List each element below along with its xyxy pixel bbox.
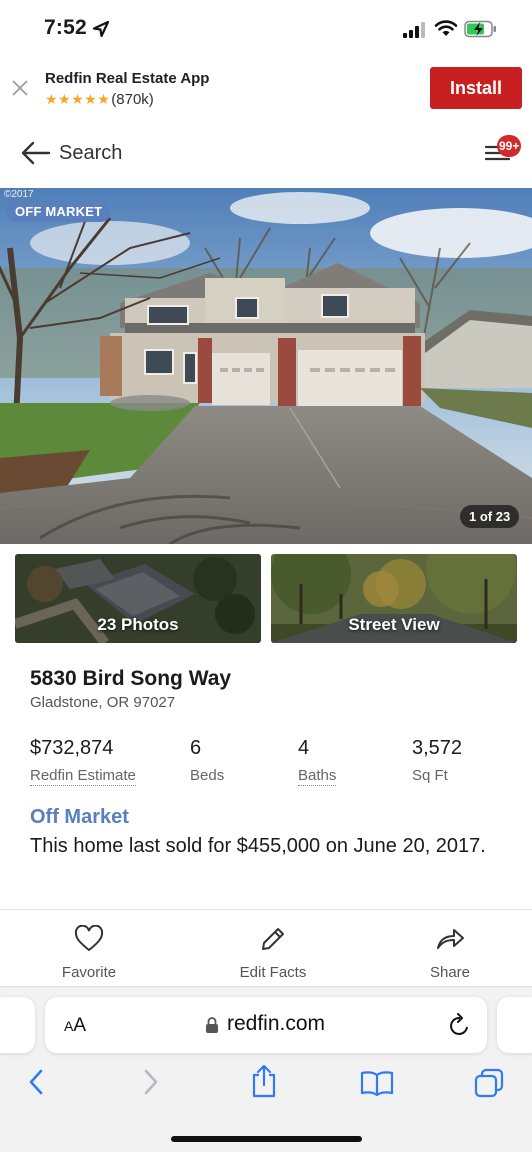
off-market-heading: Off Market bbox=[30, 806, 129, 828]
stat-label-baths[interactable]: Baths bbox=[298, 767, 337, 786]
notification-badge: 99+ bbox=[497, 135, 522, 157]
share-button[interactable]: Share bbox=[390, 925, 510, 981]
previous-tab-preview[interactable] bbox=[0, 997, 35, 1053]
tabs-icon[interactable] bbox=[474, 1068, 504, 1098]
close-icon[interactable] bbox=[11, 79, 29, 97]
status-time: 7:52 bbox=[44, 16, 87, 39]
off-market-badge: OFF MARKET bbox=[6, 201, 112, 222]
top-nav: Search 99+ bbox=[0, 128, 532, 184]
stat-sqft: 3,572 Sq Ft bbox=[412, 737, 462, 785]
location-arrow-icon bbox=[92, 20, 110, 38]
favorite-label: Favorite bbox=[61, 964, 117, 981]
home-indicator[interactable] bbox=[171, 1136, 362, 1142]
back-to-search-link[interactable]: Search bbox=[59, 142, 122, 165]
stat-value: 6 bbox=[190, 737, 202, 759]
text-size-button[interactable]: AA bbox=[64, 1015, 86, 1037]
street-view-thumbnail-label: Street View bbox=[348, 615, 440, 634]
next-tab-preview[interactable] bbox=[497, 997, 532, 1053]
banner-rating: ★★★★★ (870k) bbox=[45, 91, 154, 108]
stat-label-beds: Beds bbox=[190, 767, 225, 784]
photo-counter: 1 of 23 bbox=[460, 505, 520, 528]
status-bar: 7:52 bbox=[0, 0, 532, 60]
edit-facts-label: Edit Facts bbox=[239, 964, 307, 981]
battery-charging-icon bbox=[464, 20, 496, 38]
browser-share-icon[interactable] bbox=[250, 1063, 278, 1099]
photos-thumbnail-label: 23 Photos bbox=[97, 615, 179, 634]
divider bbox=[0, 909, 532, 910]
install-button[interactable]: Install bbox=[430, 67, 522, 109]
wifi-icon bbox=[434, 20, 458, 36]
stat-redfin-estimate: $732,874 Redfin Estimate bbox=[30, 737, 136, 786]
banner-app-title: Redfin Real Estate App bbox=[45, 70, 210, 87]
reload-icon[interactable] bbox=[449, 1013, 471, 1037]
browser-toolbar: AA redfin.com bbox=[0, 986, 532, 1152]
browser-back-icon[interactable] bbox=[26, 1067, 46, 1097]
cellular-signal-icon bbox=[403, 22, 425, 38]
stat-label-sqft: Sq Ft bbox=[412, 767, 448, 784]
app-install-banner: Redfin Real Estate App ★★★★★ (870k) Inst… bbox=[0, 60, 532, 124]
property-city-state: Gladstone, OR 97027 bbox=[30, 694, 176, 711]
stat-value: 3,572 bbox=[412, 737, 463, 759]
photo-copyright: ©2017 bbox=[4, 189, 34, 200]
text-size-small-glyph: A bbox=[64, 1018, 74, 1034]
back-arrow-icon[interactable] bbox=[20, 140, 52, 166]
property-address: 5830 Bird Song Way bbox=[30, 667, 232, 690]
rating-count: (870k) bbox=[111, 91, 154, 108]
photos-thumbnail[interactable]: 23 Photos bbox=[15, 554, 261, 643]
stat-beds: 6 Beds bbox=[190, 737, 224, 785]
edit-facts-button[interactable]: Edit Facts bbox=[213, 925, 333, 981]
url-text: redfin.com bbox=[227, 1012, 326, 1035]
house-photo bbox=[0, 188, 532, 544]
stat-value: $732,874 bbox=[30, 737, 114, 759]
favorite-button[interactable]: Favorite bbox=[29, 924, 149, 981]
address-bar[interactable]: AA redfin.com bbox=[45, 997, 487, 1053]
share-arrow-icon bbox=[437, 929, 464, 949]
lock-icon bbox=[206, 1017, 218, 1033]
rating-stars-icon: ★★★★★ bbox=[45, 91, 111, 107]
heart-icon bbox=[74, 924, 104, 952]
hero-photo[interactable]: ©2017 OFF MARKET 1 of 23 bbox=[0, 188, 532, 544]
text-size-large-glyph: A bbox=[73, 1015, 87, 1036]
street-view-thumbnail[interactable]: Street View bbox=[271, 554, 517, 643]
bookmarks-icon[interactable] bbox=[360, 1069, 394, 1097]
pencil-icon bbox=[262, 928, 284, 950]
stat-label-redfin-estimate[interactable]: Redfin Estimate bbox=[30, 767, 136, 786]
last-sold-text: This home last sold for $455,000 on June… bbox=[30, 835, 486, 857]
browser-forward-icon[interactable] bbox=[141, 1067, 161, 1097]
stat-value: 4 bbox=[298, 737, 310, 759]
share-label: Share bbox=[429, 964, 471, 981]
stat-baths: 4 Baths bbox=[298, 737, 337, 786]
